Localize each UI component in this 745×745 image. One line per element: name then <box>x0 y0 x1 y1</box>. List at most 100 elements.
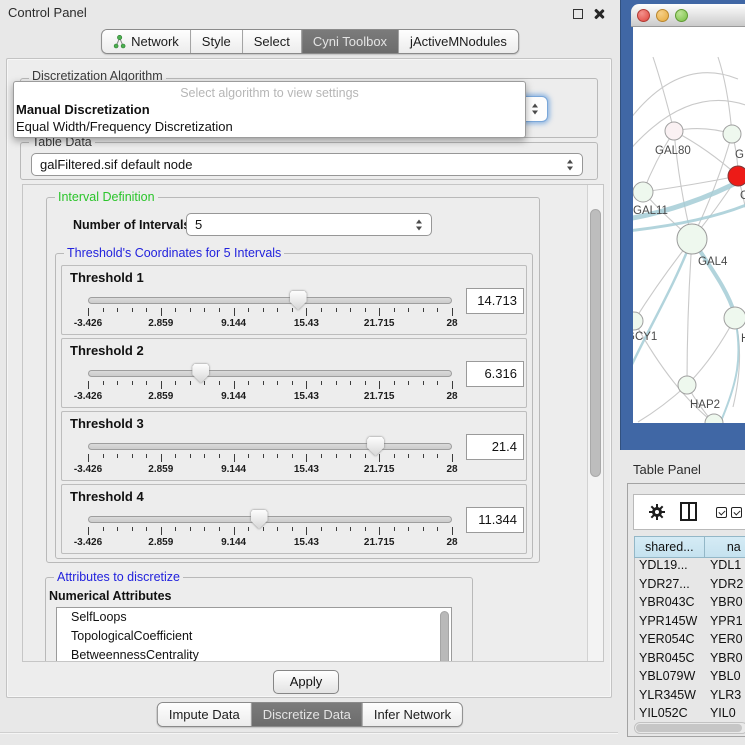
apply-button[interactable]: Apply <box>273 670 339 694</box>
threshold-value-field[interactable]: 6.316 <box>466 361 524 387</box>
table-row[interactable]: YIL052CYIL0 <box>635 706 745 720</box>
list-item[interactable]: TopologicalCoefficient <box>57 627 451 646</box>
slider-track[interactable] <box>88 516 452 523</box>
attributes-list-scrollbar[interactable] <box>440 611 449 662</box>
tab-style[interactable]: Style <box>191 30 243 53</box>
network-window-titlebar[interactable] <box>631 4 745 27</box>
select-column-checkbox-icon[interactable] <box>731 507 742 518</box>
spinner-arrows-icon <box>416 219 423 230</box>
network-icon <box>113 35 126 49</box>
gear-icon[interactable] <box>648 503 666 521</box>
node-label: C <box>740 190 745 202</box>
slider-thumb[interactable] <box>192 364 209 383</box>
table-row[interactable]: YLR345WYLR3 <box>635 688 745 707</box>
close-icon[interactable] <box>593 8 605 20</box>
list-item[interactable]: SelfLoops <box>57 608 451 627</box>
tick-mark <box>423 454 424 458</box>
threshold-value-field[interactable]: 11.344 <box>466 507 524 533</box>
tick-mark <box>306 527 307 535</box>
table-row[interactable]: YBL079WYBL0 <box>635 669 745 688</box>
tick-mark <box>423 381 424 385</box>
tick-mark <box>248 381 249 385</box>
tick-mark <box>292 527 293 531</box>
table-row[interactable]: YDR27...YDR2 <box>635 577 745 596</box>
control-panel: Control Panel NetworkStyleSelectCyni Too… <box>0 0 620 745</box>
list-item[interactable]: BetweennessCentrality <box>57 646 451 662</box>
table-data-combobox[interactable]: galFiltered.sif default node <box>31 153 583 176</box>
column-header-shared-name[interactable]: shared... <box>634 536 705 558</box>
number-of-intervals-combobox[interactable]: 5 <box>186 213 432 236</box>
tab-jactivemnodules[interactable]: jActiveMNodules <box>399 30 518 53</box>
column-view-icon[interactable] <box>680 502 697 521</box>
tick-mark <box>234 381 235 389</box>
tab-cyni-toolbox[interactable]: Cyni Toolbox <box>302 30 399 53</box>
tick-mark <box>161 454 162 462</box>
table-row[interactable]: YER054CYER0 <box>635 632 745 651</box>
tick-mark <box>175 381 176 385</box>
tick-mark <box>437 454 438 458</box>
network-node-hap2[interactable] <box>678 376 696 394</box>
scale-label: 15.43 <box>294 537 319 548</box>
dropdown-option-manual-discretization[interactable]: Manual Discretization <box>16 102 150 117</box>
table-row[interactable]: YBR045CYBR0 <box>635 651 745 670</box>
tab-discretize-data[interactable]: Discretize Data <box>252 703 363 726</box>
network-node-gal4[interactable] <box>677 224 707 254</box>
tick-mark <box>190 527 191 531</box>
table-hscrollbar-track[interactable] <box>634 722 745 734</box>
table-row[interactable]: YBR043CYBR0 <box>635 595 745 614</box>
tick-mark <box>437 527 438 531</box>
panel-title: Control Panel <box>8 5 87 20</box>
float-icon[interactable] <box>573 9 583 19</box>
slider-track[interactable] <box>88 443 452 450</box>
tab-network[interactable]: Network <box>102 30 191 53</box>
zoom-traffic-icon[interactable] <box>675 9 688 22</box>
tab-select[interactable]: Select <box>243 30 302 53</box>
tick-mark <box>146 527 147 531</box>
table-row[interactable]: YDL19...YDL1 <box>635 558 745 577</box>
slider-thumb[interactable] <box>367 437 384 456</box>
scale-label: 9.144 <box>221 464 246 475</box>
network-node-gal11[interactable] <box>633 182 653 202</box>
network-node-gcy1[interactable] <box>633 312 643 330</box>
tab-infer-network[interactable]: Infer Network <box>363 703 462 726</box>
tab-impute-data[interactable]: Impute Data <box>158 703 252 726</box>
tick-mark <box>190 308 191 312</box>
numerical-attributes-list[interactable]: SelfLoopsTopologicalCoefficientBetweenne… <box>56 607 452 662</box>
tick-mark <box>248 308 249 312</box>
network-node-h[interactable] <box>724 307 745 329</box>
number-of-intervals-label: Number of Intervals <box>73 218 190 232</box>
table-data-groupbox: Table Data galFiltered.sif default node <box>20 142 598 180</box>
threshold-label: Threshold 4 <box>70 489 144 504</box>
network-canvas[interactable]: GAL80GCGAL11GAL4GCY1HHAP2 <box>633 27 745 423</box>
tick-mark <box>277 454 278 458</box>
slider-track[interactable] <box>88 370 452 377</box>
scale-label: 21.715 <box>364 464 395 475</box>
tick-mark <box>394 454 395 458</box>
settings-scrollbar-thumb[interactable] <box>590 209 601 477</box>
table-cell: YLR345W <box>635 688 705 707</box>
network-node-g[interactable] <box>723 125 741 143</box>
attributes-group-title: Attributes to discretize <box>54 570 183 584</box>
minimize-traffic-icon[interactable] <box>656 9 669 22</box>
close-traffic-icon[interactable] <box>637 9 650 22</box>
table-row[interactable]: YPR145WYPR1 <box>635 614 745 633</box>
select-all-checkbox-icon[interactable] <box>716 507 727 518</box>
table-data-selected-value: galFiltered.sif default node <box>40 157 192 172</box>
table-cell: YBL0 <box>705 669 745 688</box>
tick-mark <box>263 308 264 312</box>
slider-thumb[interactable] <box>251 510 268 529</box>
threshold-value-field[interactable]: 21.4 <box>466 434 524 460</box>
network-node-gal80[interactable] <box>665 122 683 140</box>
tick-mark <box>408 308 409 312</box>
table-hscrollbar-thumb[interactable] <box>636 724 742 732</box>
slider-thumb[interactable] <box>290 291 307 310</box>
table-cell: YBR0 <box>705 651 745 670</box>
tick-mark <box>88 308 89 316</box>
column-header-name[interactable]: na <box>705 536 745 558</box>
threshold-value-field[interactable]: 14.713 <box>466 288 524 314</box>
slider-track[interactable] <box>88 297 452 304</box>
network-edge <box>718 57 732 134</box>
network-node-c[interactable] <box>728 166 745 186</box>
dropdown-option-equal-width-frequency[interactable]: Equal Width/Frequency Discretization <box>16 119 233 134</box>
tab-label: jActiveMNodules <box>410 34 507 49</box>
